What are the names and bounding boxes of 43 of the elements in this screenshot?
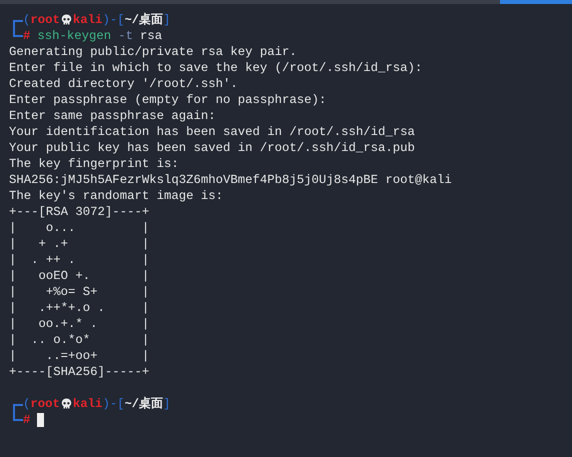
prompt-host: kali [72,396,102,412]
output-line: Enter same passphrase again: [9,108,217,124]
command-token: -t [118,28,133,44]
output-line: | + .+ | [9,236,150,252]
prompt-host: kali [72,12,102,28]
prompt-bracket: ( [23,12,30,28]
prompt-path: ~/桌面 [124,396,163,412]
output-line: Your identification has been saved in /root/.ssh/id_rsa [9,124,416,140]
output-line: | .++*+.o . | [9,300,150,316]
output-line: The key's randomart image is: [9,188,224,204]
prompt-bracket-drawing [13,404,23,421]
output-line: | .. o.*o* | [9,332,150,348]
skull-icon [60,398,72,410]
prompt-separator: )-[ [102,12,125,28]
output-line: | ..=+oo+ | [9,348,150,364]
prompt-user: root [30,396,60,412]
prompt-symbol: # [23,412,30,428]
output-line: | ooEO +. | [9,268,150,284]
prompt-symbol: # [23,28,30,44]
active-indicator-bar [500,0,572,4]
output-line: SHA256:jMJ5h5AFezrWkslq3Z6mhoVBmef4Pb8j5j0Uj8s4pBE root@kali [9,172,453,188]
prompt-user: root [30,12,60,28]
prompt-separator: )-[ [102,396,125,412]
skull-icon [60,14,72,26]
output-line: The key fingerprint is: [9,156,180,172]
prompt-bracket: ] [163,12,170,28]
output-line: +---[RSA 3072]----+ [9,204,150,220]
prompt-bracket-drawing [13,20,23,37]
prompt-bracket: ( [23,396,30,412]
output-line: Generating public/private rsa key pair. [9,44,298,60]
output-line: +----[SHA256]-----+ [9,364,150,380]
command-token: ssh-keygen [37,28,112,44]
output-line: Created directory '/root/.ssh'. [9,76,239,92]
output-line: Enter passphrase (empty for no passphrase): [9,92,328,108]
output-line: | oo.+.* . | [9,316,150,332]
output-line: | +%o= S+ | [9,284,150,300]
output-line: Enter file in which to save the key (/root/.ssh/id_rsa): [9,60,424,76]
output-line: | o... | [9,220,150,236]
command-token: rsa [140,28,162,44]
output-line: Your public key has been saved in /root/.ssh/id_rsa.pub [9,140,416,156]
prompt-path: ~/桌面 [124,12,163,28]
output-line: | . ++ . | [9,252,150,268]
prompt-bracket: ] [163,396,170,412]
